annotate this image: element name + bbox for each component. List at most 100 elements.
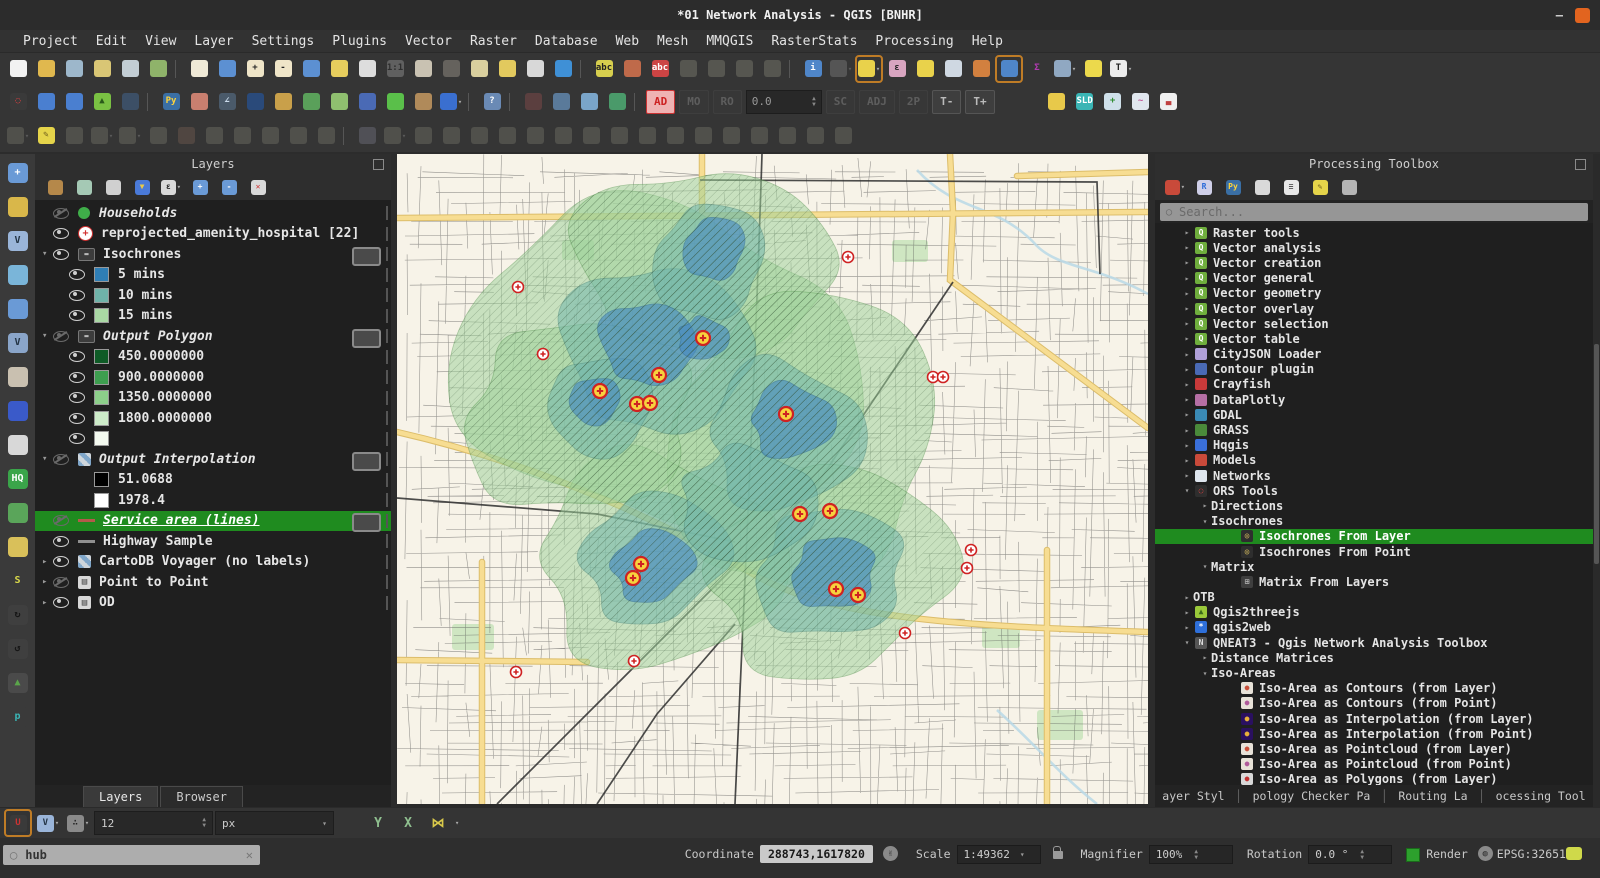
toolbox-item-qneat3-qgis-network-analysis-toolbox[interactable]: ▾NQNEAT3 - Qgis Network Analysis Toolbox [1155,635,1593,650]
delete-selected-icon[interactable] [173,123,199,149]
scale-lock-icon[interactable] [1053,851,1063,859]
toolbox-item-grass[interactable]: ▸GRASS [1155,422,1593,437]
label-highlight-icon[interactable]: abc [647,56,673,82]
expand-arrow-icon[interactable]: ▾ [42,331,53,341]
visibility-off-icon[interactable] [53,331,69,342]
expand-arrow-icon[interactable]: ▾ [1199,669,1211,678]
expand-arrow-icon[interactable]: ▸ [42,598,53,608]
copy-move-feature-icon[interactable] [438,123,464,149]
layer-row-450-0000000[interactable]: 450.0000000 [35,347,391,368]
expand-arrow-icon[interactable]: ▾ [1199,562,1211,571]
menu-item-mesh[interactable]: Mesh [648,33,697,50]
zoom-to-layer-icon[interactable] [326,56,352,82]
expand-arrow-icon[interactable]: ▸ [1181,289,1193,298]
toolbox-item-iso-area-as-interpolation-from-point[interactable]: ●Iso-Area as Interpolation (from Point) [1155,726,1593,741]
quickosm-icon[interactable] [270,89,296,115]
visibility-off-icon[interactable] [53,454,69,465]
add-group-icon[interactable] [74,177,94,197]
label-show-hidden-icon[interactable] [675,56,701,82]
append-features-to-layer-icon[interactable]: + [1100,89,1126,115]
render-checkbox[interactable] [1406,848,1420,862]
show-bookmarks-icon[interactable] [494,56,520,82]
profile-tool-icon[interactable] [382,89,408,115]
advanced-digitizing-button[interactable]: AD [646,90,675,114]
measure-line-icon[interactable]: ▾ [1052,56,1078,82]
crosshair-tool-icon[interactable] [520,89,546,115]
sld4raster-icon[interactable]: SLD [1072,89,1098,115]
merge-attributes-icon[interactable] [802,123,828,149]
open-project-icon[interactable] [33,56,59,82]
layer-row-cartodb-voyager-no-labels[interactable]: ▸CartoDB Voyager (no labels) [35,552,391,573]
save-project-icon[interactable] [61,56,87,82]
expand-arrow-icon[interactable]: ▾ [1181,486,1193,495]
toolbox-item-matrix-from-layers[interactable]: ⊞Matrix From Layers [1155,574,1593,589]
text-annotation-icon[interactable]: T▾ [1108,56,1134,82]
toolbox-item-otb[interactable]: ▸OTB [1155,590,1593,605]
run-feature-action-icon[interactable]: ▾ [828,56,854,82]
window-scrollbar[interactable] [1593,154,1600,807]
select-by-expression-icon[interactable]: ε [884,56,910,82]
toolbox-item-ors-tools[interactable]: ▾◌ORS Tools [1155,483,1593,498]
save-edits-icon[interactable] [61,123,87,149]
toolbox-item-qgis2web[interactable]: ▸*qgis2web [1155,620,1593,635]
plugin-locator-icon[interactable] [5,398,31,424]
toolbox-item-iso-area-as-pointcloud-from-point[interactable]: ●Iso-Area as Pointcloud (from Point) [1155,757,1593,772]
snap-vertex-mode-icon[interactable]: V▾ [35,810,61,836]
s-plugin-icon[interactable]: S [5,568,31,594]
dock-tab-layers[interactable]: Layers [83,786,158,807]
osm-place-search-icon[interactable] [117,89,143,115]
label-rotate-icon[interactable] [731,56,757,82]
expand-arrow-icon[interactable]: ▸ [1181,456,1193,465]
toolbox-item-vector-analysis[interactable]: ▸QVector analysis [1155,240,1593,255]
snapping-more-icon[interactable]: ▾ [455,819,459,827]
map-tips-icon[interactable] [1080,56,1106,82]
processing-toolbox-toggle-icon[interactable] [996,56,1022,82]
digitize-with-segment-icon[interactable]: ▾ [89,123,115,149]
expand-arrow-icon[interactable]: ▾ [1199,517,1211,526]
hammer-tool-icon[interactable] [410,89,436,115]
2p-button[interactable]: 2P [899,90,928,114]
copy-features-icon[interactable] [229,123,255,149]
visibility-on-icon[interactable] [53,556,69,567]
layer-row-1800-0000000[interactable]: 1800.0000000 [35,408,391,429]
toolbox-item-vector-creation[interactable]: ▸QVector creation [1155,255,1593,270]
angle-spinbox[interactable]: 0.0▲▼ [746,90,822,114]
paste-features-icon[interactable] [257,123,283,149]
zoom-to-selection-icon[interactable] [354,56,380,82]
filter-by-expression-icon[interactable]: ε▾ [161,177,181,197]
toolbox-item-vector-general[interactable]: ▸QVector general [1155,271,1593,286]
cut-features-icon[interactable] [201,123,227,149]
close-button[interactable] [1575,8,1590,23]
snap-type-icon[interactable]: ∴▾ [65,810,91,836]
deselect-all-icon[interactable] [912,56,938,82]
menu-item-help[interactable]: Help [963,33,1012,50]
locator-clear-icon[interactable]: ✕ [246,848,253,862]
edit-features-in-place-icon[interactable]: ✎ [1310,177,1330,197]
expand-arrow-icon[interactable]: ▸ [1181,258,1193,267]
split-features-icon[interactable] [718,123,744,149]
indicator-widget-icon[interactable] [352,329,381,348]
t-minus-button[interactable]: T- [932,90,961,114]
filter-legend-icon[interactable]: ▼ [132,177,152,197]
zoom-in-icon[interactable]: + [242,56,268,82]
right-dock-tab-2[interactable]: Routing La [1394,789,1471,803]
layer-row-households[interactable]: Households [35,203,391,224]
results-viewer-icon[interactable]: ≡ [1281,177,1301,197]
messages-icon[interactable] [1566,847,1582,860]
quickmap-browser-icon[interactable] [5,534,31,560]
sc-button[interactable]: SC [826,90,855,114]
menu-item-rasterstats[interactable]: RasterStats [762,33,866,50]
indicator-widget-icon[interactable] [352,247,381,266]
cityjson-loader-icon[interactable] [5,432,31,458]
metasearch-add-icon[interactable] [33,89,59,115]
visibility-on-icon[interactable] [53,228,69,239]
minimize-button[interactable]: — [1556,8,1563,22]
indicator-widget-icon[interactable] [352,513,381,532]
toolbox-options-icon[interactable] [1339,177,1359,197]
toolbox-item-isochrones-from-layer[interactable]: ◎Isochrones From Layer [1155,529,1593,544]
new-project-icon[interactable] [5,56,31,82]
data-source-manager-icon[interactable]: + [5,160,31,186]
zoom-to-extent-icon[interactable] [298,56,324,82]
manage-map-themes-icon[interactable] [103,177,123,197]
refresh-map-icon[interactable] [550,56,576,82]
